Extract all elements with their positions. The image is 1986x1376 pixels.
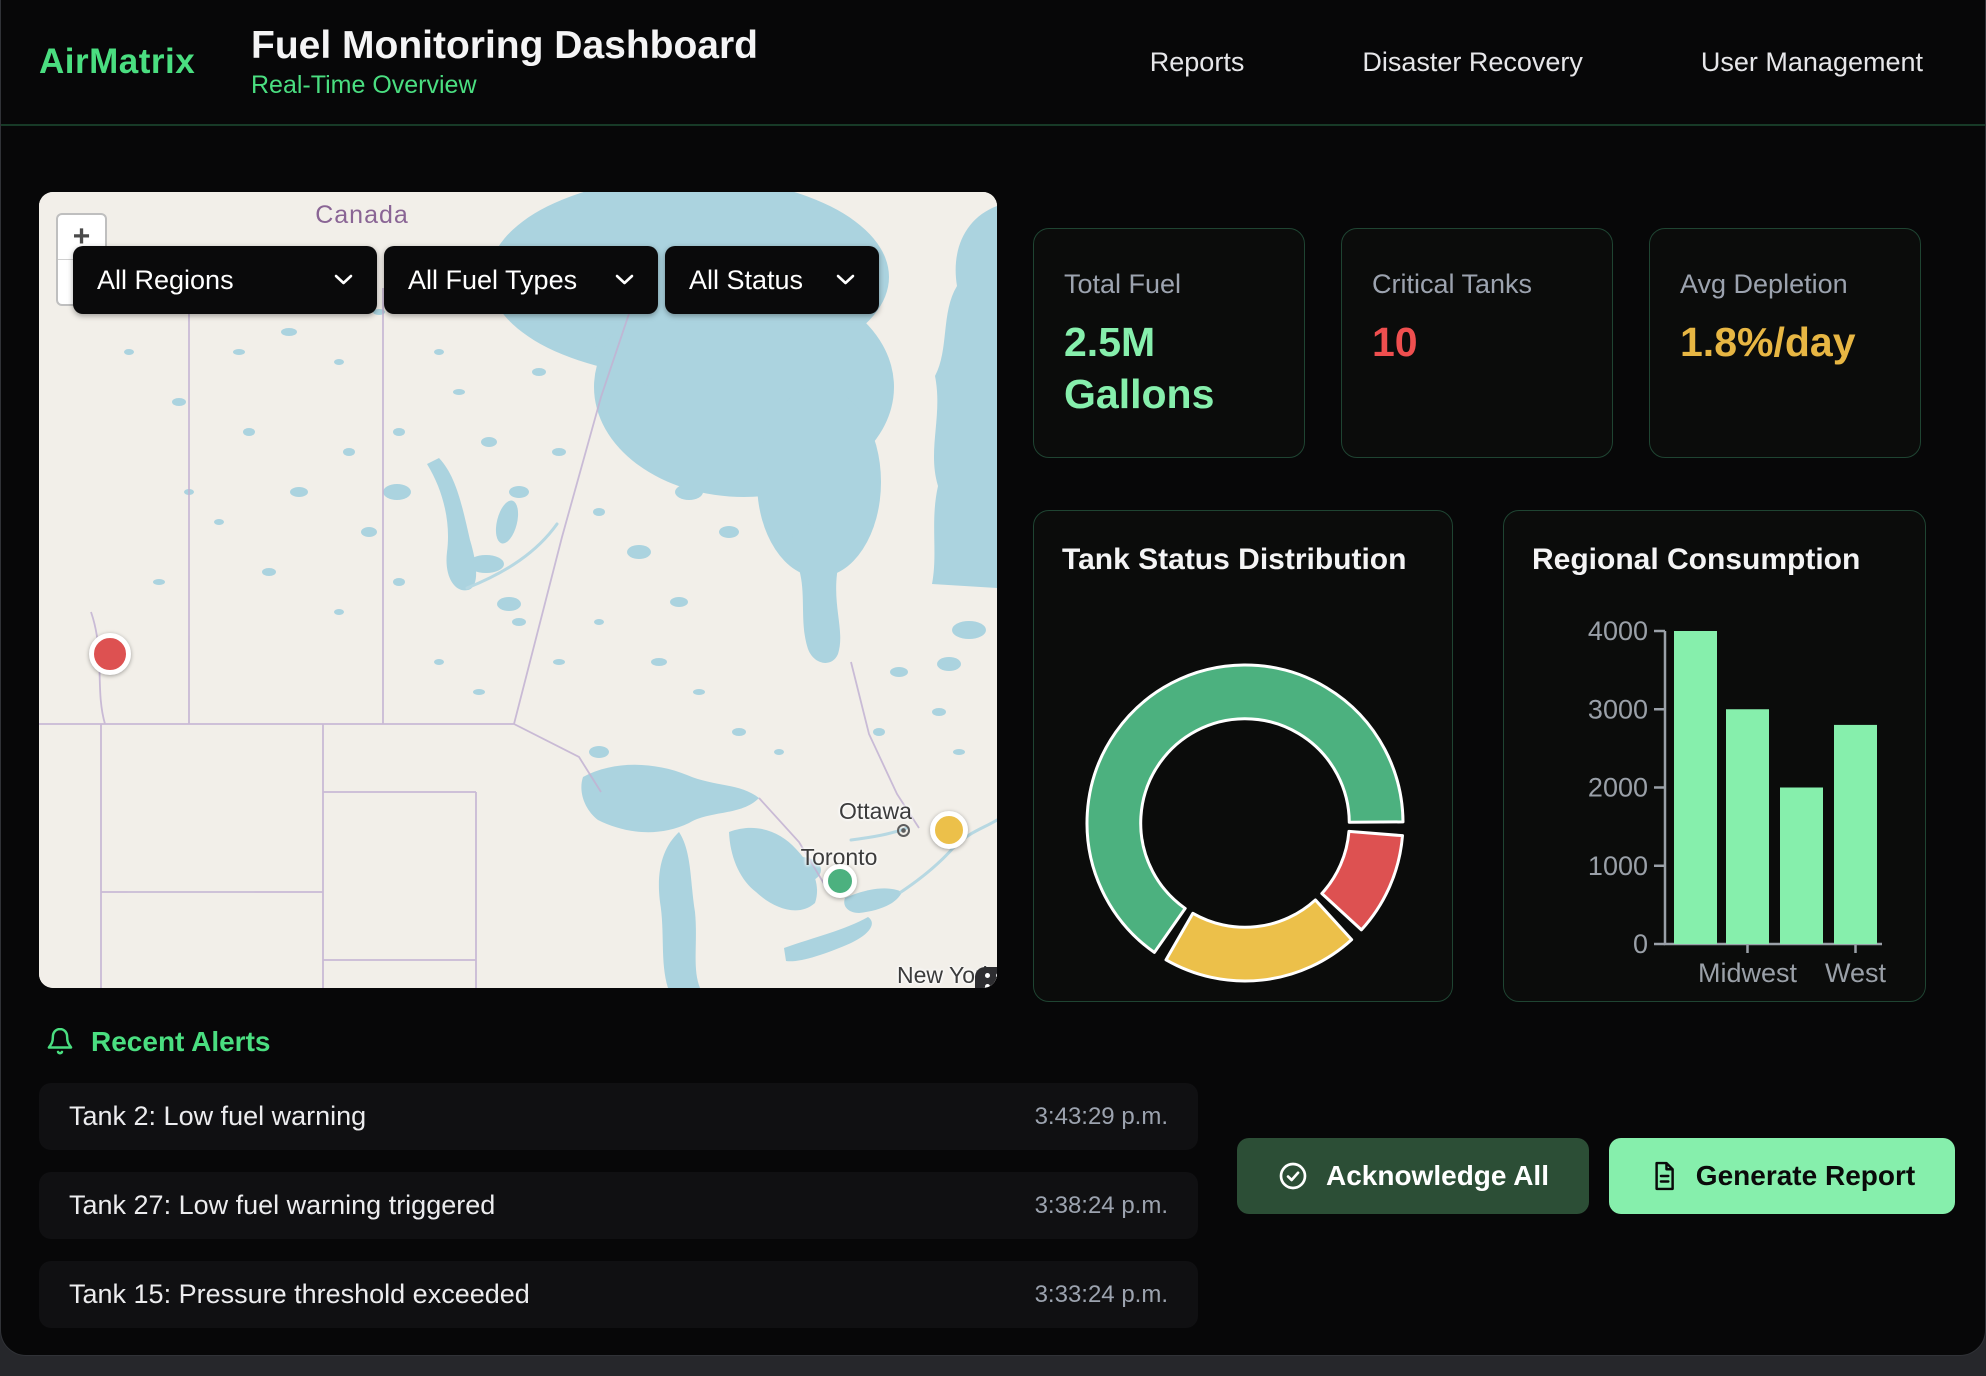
tank-marker-critical[interactable] <box>89 633 131 675</box>
svg-text:West: West <box>1825 958 1887 988</box>
town-dot-icon <box>897 824 910 837</box>
generate-report-button[interactable]: Generate Report <box>1609 1138 1955 1214</box>
alert-row[interactable]: Tank 15: Pressure threshold exceeded 3:3… <box>39 1261 1198 1328</box>
regional-consumption-card: Regional Consumption 01000200030004000Mi… <box>1503 510 1926 1002</box>
chevron-down-icon <box>334 274 353 286</box>
chevron-down-icon <box>615 274 634 286</box>
stat-label: Avg Depletion <box>1680 269 1890 300</box>
app-logo: AirMatrix <box>39 42 251 82</box>
tank-status-donut-chart <box>1034 511 1454 1003</box>
svg-text:4000: 4000 <box>1588 616 1648 646</box>
svg-text:2000: 2000 <box>1588 773 1648 803</box>
alert-time: 3:38:24 p.m. <box>1035 1192 1168 1220</box>
acknowledge-all-button[interactable]: Acknowledge All <box>1237 1138 1589 1214</box>
nav-disaster-recovery[interactable]: Disaster Recovery <box>1362 47 1583 78</box>
tank-status-card: Tank Status Distribution <box>1033 510 1453 1002</box>
alert-text: Tank 2: Low fuel warning <box>69 1101 366 1132</box>
alert-text: Tank 15: Pressure threshold exceeded <box>69 1279 530 1310</box>
stat-value: 2.5M Gallons <box>1064 316 1250 421</box>
alert-row[interactable]: Tank 27: Low fuel warning triggered 3:38… <box>39 1172 1198 1239</box>
map-resize-handle[interactable] <box>975 967 997 988</box>
region-filter-value: All Regions <box>97 265 234 296</box>
page-title: Fuel Monitoring Dashboard <box>251 24 758 69</box>
main-nav: Reports Disaster Recovery User Managemen… <box>1150 47 1923 78</box>
status-filter-dropdown[interactable]: All Status <box>665 246 879 314</box>
stat-cards: Total Fuel 2.5M Gallons Critical Tanks 1… <box>1033 228 1921 458</box>
region-filter-dropdown[interactable]: All Regions <box>73 246 377 314</box>
alerts-header: Recent Alerts <box>45 1026 270 1058</box>
svg-text:1000: 1000 <box>1588 851 1648 881</box>
stat-label: Critical Tanks <box>1372 269 1582 300</box>
check-circle-icon <box>1277 1160 1309 1192</box>
alerts-title: Recent Alerts <box>91 1026 270 1058</box>
svg-text:3000: 3000 <box>1588 694 1648 724</box>
nav-user-management[interactable]: User Management <box>1701 47 1923 78</box>
tank-marker-normal[interactable] <box>823 864 857 898</box>
chevron-down-icon <box>836 274 855 286</box>
bell-icon <box>45 1026 75 1058</box>
alert-text: Tank 27: Low fuel warning triggered <box>69 1190 495 1221</box>
alert-row[interactable]: Tank 2: Low fuel warning 3:43:29 p.m. <box>39 1083 1198 1150</box>
map-panel: Canada Ottawa Toronto New York + − All R… <box>39 192 997 988</box>
page-subtitle: Real-Time Overview <box>251 71 758 100</box>
regional-consumption-bar-chart: 0 1000 2000 3000 4000 Midwest West <box>1504 511 1927 1003</box>
header: AirMatrix Fuel Monitoring Dashboard Real… <box>1 0 1985 126</box>
stat-label: Total Fuel <box>1064 269 1274 300</box>
svg-text:0: 0 <box>1633 929 1648 959</box>
stat-card-avg-depletion: Avg Depletion 1.8%/day <box>1649 228 1921 458</box>
status-filter-value: All Status <box>689 265 803 296</box>
fuel-type-filter-dropdown[interactable]: All Fuel Types <box>384 246 658 314</box>
svg-text:Midwest: Midwest <box>1698 958 1798 988</box>
alert-time: 3:43:29 p.m. <box>1035 1103 1168 1131</box>
map-label-canada: Canada <box>315 201 409 230</box>
alert-time: 3:33:24 p.m. <box>1035 1281 1168 1309</box>
fuel-type-filter-value: All Fuel Types <box>408 265 577 296</box>
dashboard-app: AirMatrix Fuel Monitoring Dashboard Real… <box>0 0 1986 1356</box>
nav-reports[interactable]: Reports <box>1150 47 1245 78</box>
tank-marker-warning[interactable] <box>930 811 968 849</box>
stat-card-critical-tanks: Critical Tanks 10 <box>1341 228 1613 458</box>
stat-value: 10 <box>1372 316 1558 368</box>
title-block: Fuel Monitoring Dashboard Real-Time Over… <box>251 24 758 101</box>
stat-card-total-fuel: Total Fuel 2.5M Gallons <box>1033 228 1305 458</box>
document-icon <box>1649 1160 1679 1192</box>
acknowledge-all-label: Acknowledge All <box>1326 1160 1549 1192</box>
stat-value: 1.8%/day <box>1680 316 1866 368</box>
map-label-ottawa: Ottawa <box>839 798 912 825</box>
generate-report-label: Generate Report <box>1696 1160 1915 1192</box>
map-filters: All Regions All Fuel Types All Status <box>73 246 879 314</box>
